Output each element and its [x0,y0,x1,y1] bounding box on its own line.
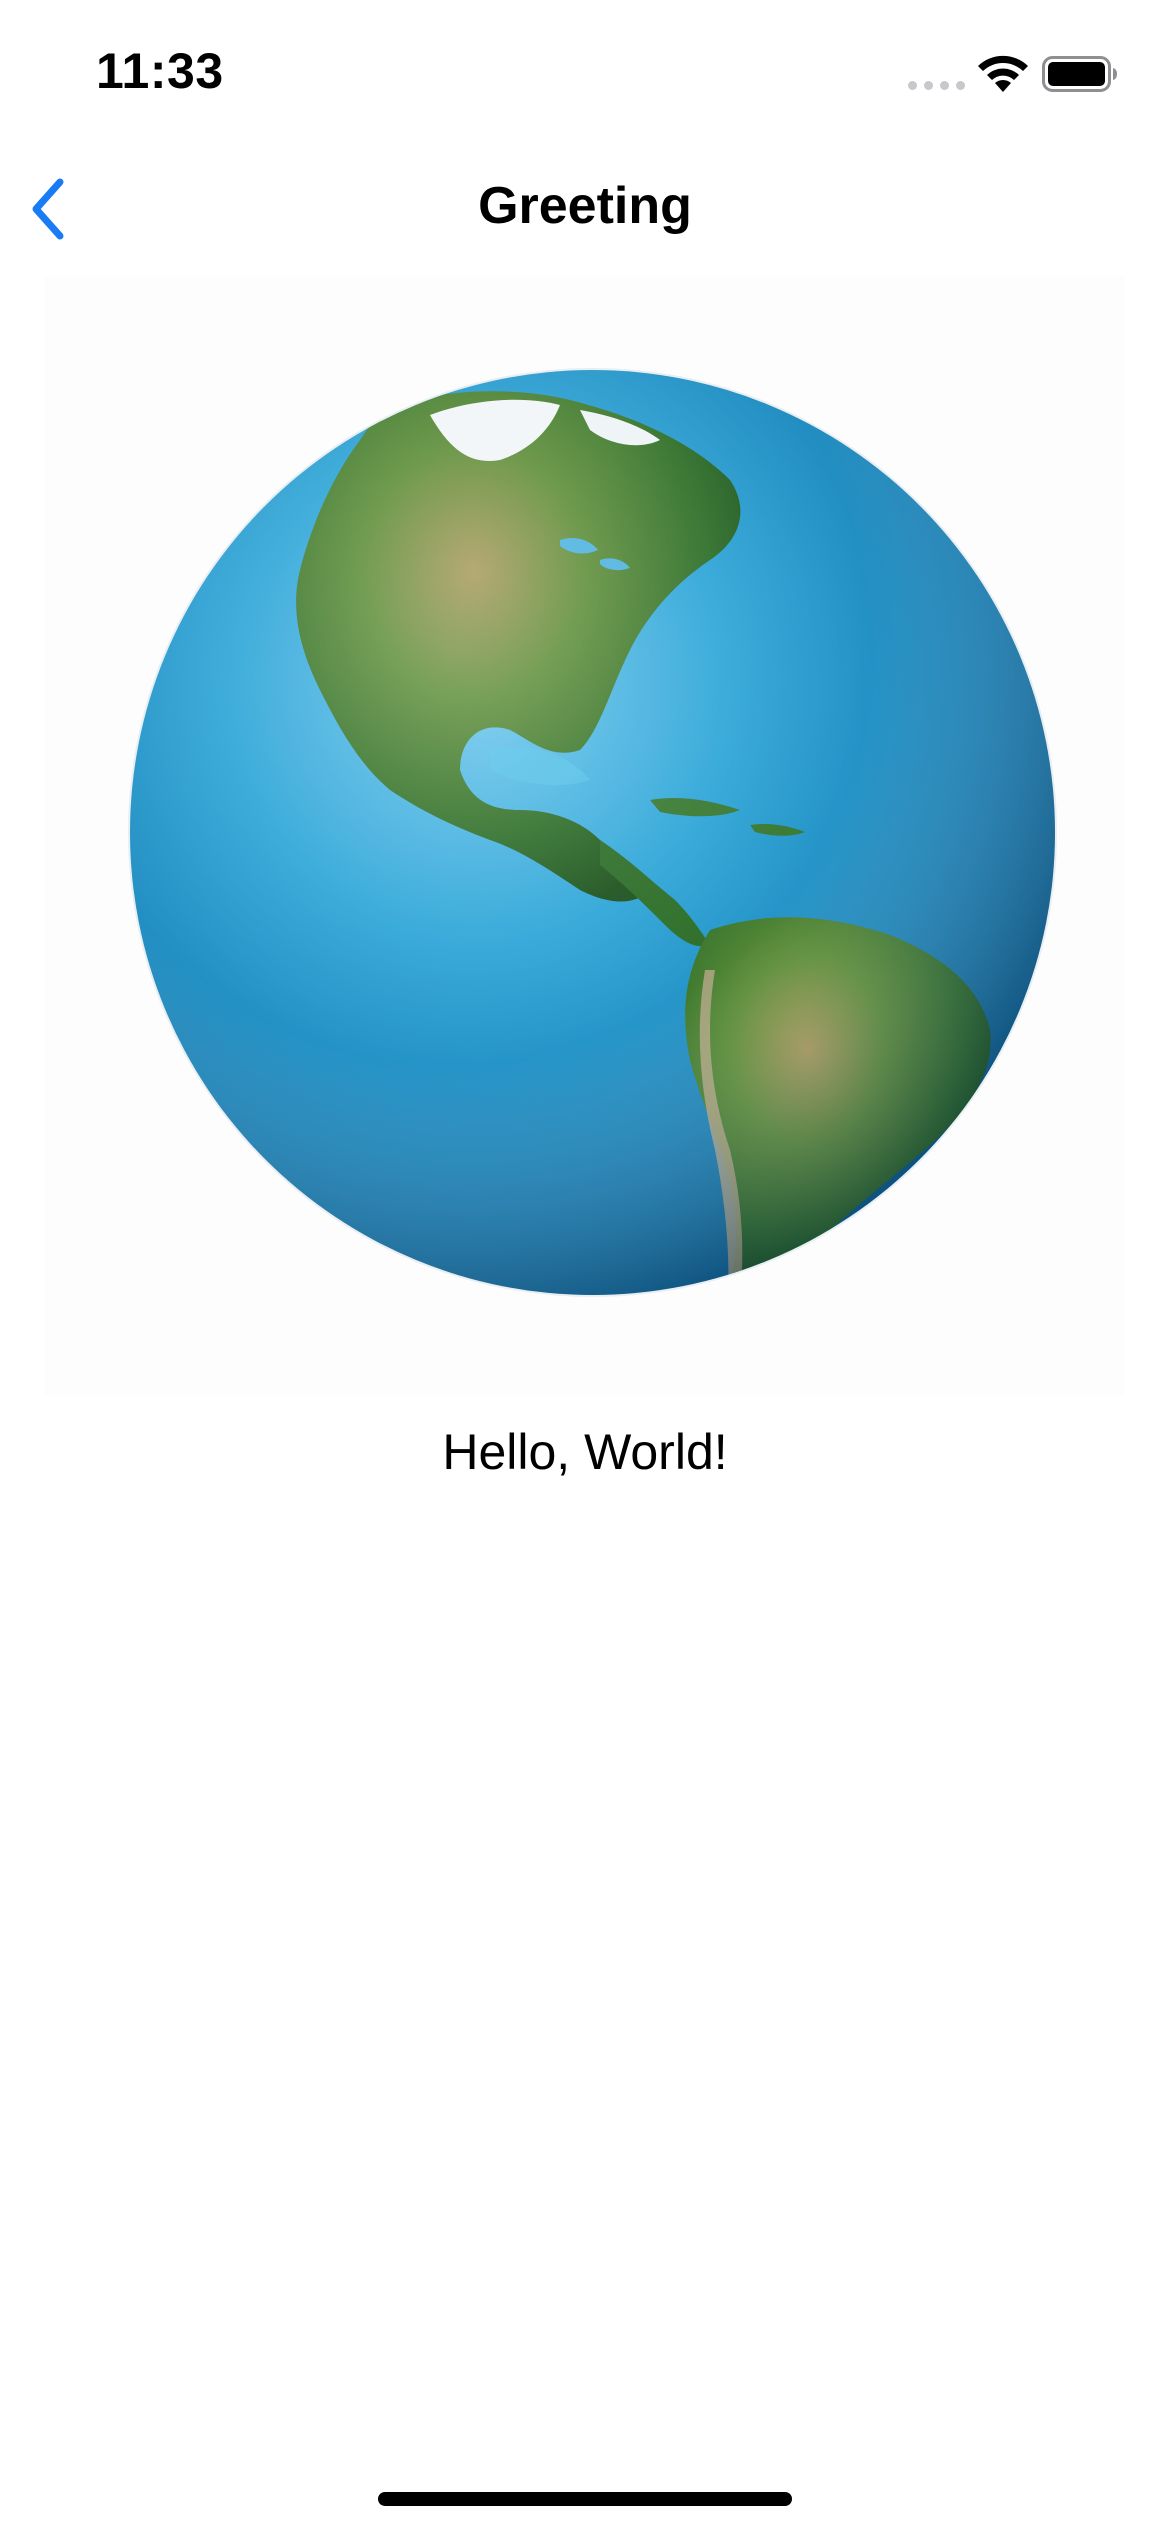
status-time: 11:33 [96,43,224,99]
battery-icon [1042,56,1117,92]
status-bar: 11:33 [0,0,1170,150]
wifi-icon [978,55,1028,92]
greeting-text: Hello, World! [442,1424,728,1480]
page-title: Greeting [478,177,692,235]
earth-globe-image [130,370,1055,1295]
home-indicator[interactable] [378,2492,792,2506]
earth-illustration [130,370,1055,1295]
signal-dots-icon [908,81,965,90]
navigation-bar: Greeting [0,150,1170,266]
